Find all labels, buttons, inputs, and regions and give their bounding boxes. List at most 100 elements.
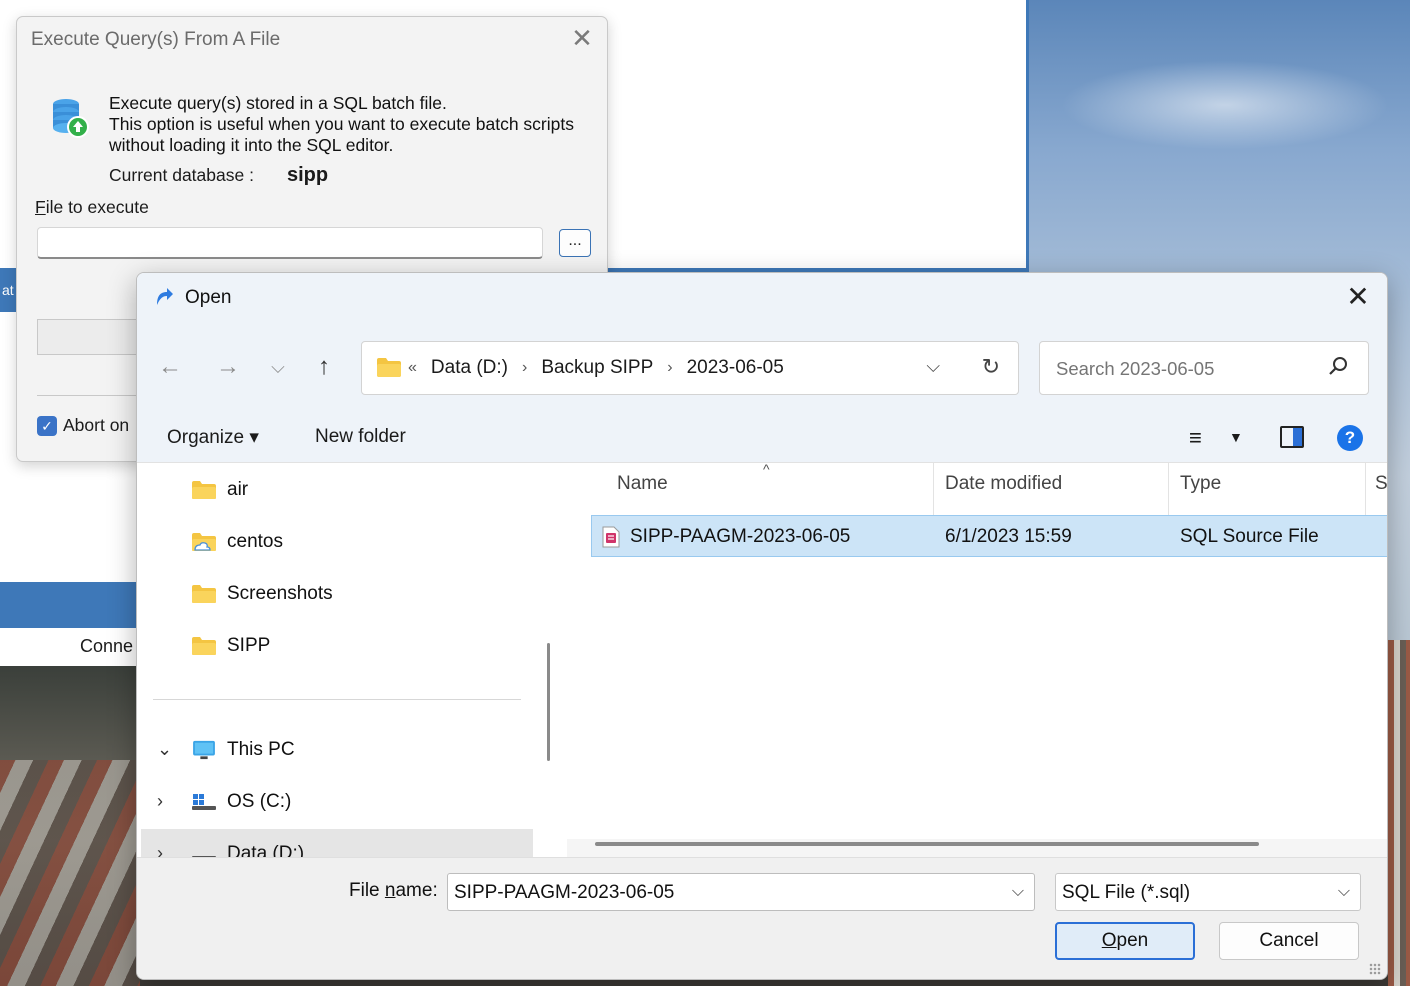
windows-drive-icon — [192, 794, 216, 810]
preview-pane-icon[interactable] — [1280, 426, 1304, 448]
search-box[interactable] — [1039, 341, 1369, 395]
chevron-right-icon[interactable]: › — [157, 843, 163, 857]
access-key: F — [35, 197, 46, 217]
address-bar[interactable]: « Data (D:) › Backup SIPP › 2023-06-05 ⌵… — [361, 341, 1019, 395]
table-row[interactable]: SIPP-PAAGM-2023-06-05 6/1/2023 15:59 SQL… — [591, 515, 1387, 557]
checkmark-icon[interactable]: ✓ — [37, 415, 57, 436]
cancel-button[interactable]: Cancel — [1219, 922, 1359, 960]
open-button[interactable]: Open — [1055, 922, 1195, 960]
navigation-scrollbar[interactable] — [547, 643, 550, 761]
browse-button[interactable]: ... — [559, 229, 591, 257]
title-bar: Open ✕ — [137, 273, 1387, 323]
up-arrow-icon[interactable]: ↑ — [309, 353, 339, 383]
nav-item-centos[interactable]: centos — [191, 531, 283, 553]
file-to-execute-input[interactable] — [37, 227, 543, 259]
chevron-down-icon[interactable]: ⌵ — [1012, 883, 1024, 901]
close-icon[interactable]: ✕ — [569, 25, 595, 51]
dialog-description: Execute query(s) stored in a SQL batch f… — [109, 93, 574, 156]
new-folder-button[interactable]: New folder — [315, 426, 406, 448]
recent-locations-chevron-icon[interactable]: ⌵ — [263, 353, 293, 383]
background-connection-label: Conne — [0, 628, 140, 666]
computer-icon — [193, 740, 215, 760]
close-icon[interactable]: ✕ — [1343, 283, 1373, 313]
folder-icon — [192, 585, 216, 603]
file-to-execute-label: File to execute — [35, 197, 149, 218]
nav-item-os-c[interactable]: OS (C:) — [191, 791, 291, 813]
breadcrumb-item[interactable]: Data (D:) — [431, 357, 508, 379]
chevron-right-icon[interactable]: › — [522, 359, 527, 377]
desktop-roofs-right — [1388, 640, 1410, 986]
refresh-icon[interactable]: ↻ — [982, 354, 1000, 380]
resize-grip-icon[interactable] — [1369, 963, 1381, 975]
label-text: File — [349, 880, 385, 901]
toolbar: Organize ▾ New folder ≡ ▼ ? — [137, 413, 1387, 463]
column-divider[interactable] — [1365, 463, 1366, 515]
back-arrow-icon[interactable]: ← — [155, 353, 185, 383]
desktop-cloud — [1060, 60, 1390, 150]
folder-icon — [192, 637, 216, 655]
description-line: Execute query(s) stored in a SQL batch f… — [109, 93, 447, 113]
file-name-input[interactable]: SIPP-PAAGM-2023-06-05 ⌵ — [447, 873, 1035, 911]
column-header-name[interactable]: Name — [617, 473, 668, 495]
chevron-down-icon[interactable]: ⌵ — [926, 356, 940, 377]
label-text: ame: — [395, 880, 438, 901]
chevron-down-icon[interactable]: ⌵ — [1338, 883, 1350, 901]
divider — [153, 699, 521, 700]
nav-item-label: air — [227, 479, 249, 500]
search-icon[interactable] — [1326, 354, 1350, 378]
view-options-icon[interactable]: ≡ — [1189, 425, 1202, 451]
dialog-title: Execute Query(s) From A File — [31, 29, 281, 50]
nav-item-label: Data (D:) — [227, 843, 305, 857]
column-header-date-modified[interactable]: Date modified — [945, 473, 1062, 495]
breadcrumb-item[interactable]: 2023-06-05 — [687, 357, 784, 379]
nav-item-label: Screenshots — [227, 583, 333, 604]
help-icon[interactable]: ? — [1337, 425, 1363, 451]
file-date-modified: 6/1/2023 15:59 — [945, 526, 1072, 547]
abort-label: Abort on — [63, 415, 130, 435]
nav-item-this-pc[interactable]: This PC — [191, 739, 295, 761]
breadcrumb-item[interactable]: Backup SIPP — [541, 357, 653, 379]
column-header-size[interactable]: Si — [1375, 473, 1387, 495]
nav-item-label: centos — [227, 531, 283, 552]
search-input[interactable] — [1054, 357, 1304, 381]
description-line: This option is useful when you want to e… — [109, 114, 574, 134]
column-divider[interactable] — [1168, 463, 1169, 515]
current-database-label: Current database : — [109, 165, 254, 185]
breadcrumb: « Data (D:) › Backup SIPP › 2023-06-05 — [408, 357, 784, 379]
forward-arrow-icon[interactable]: → — [213, 353, 243, 383]
nav-item-air[interactable]: air — [191, 479, 248, 501]
label-text: ile to execute — [45, 197, 149, 217]
navigation-pane: air centos Screenshots SIPP ⌄ This PC › … — [137, 463, 549, 857]
organize-button[interactable]: Organize ▾ — [167, 426, 259, 449]
drive-icon — [192, 856, 216, 857]
file-name: SIPP-PAAGM-2023-06-05 — [630, 526, 851, 547]
current-database-value: sipp — [287, 164, 329, 186]
folder-icon — [192, 481, 216, 499]
chevron-down-icon[interactable]: ⌄ — [157, 739, 172, 760]
column-divider[interactable] — [933, 463, 934, 515]
background-app-panel — [608, 0, 1028, 270]
file-type: SQL Source File — [1180, 526, 1319, 547]
column-header-type[interactable]: Type — [1180, 473, 1221, 495]
chevron-right-icon[interactable]: › — [667, 359, 672, 377]
sort-ascending-icon: ^ — [763, 463, 770, 477]
abort-on-error-checkbox[interactable]: ✓ Abort on — [37, 415, 129, 436]
nav-item-data-d[interactable]: Data (D:) — [191, 843, 304, 857]
button-label: pen — [1116, 930, 1149, 951]
dialog-title: Open — [185, 287, 232, 308]
sql-file-icon — [602, 526, 620, 548]
dialog-footer: File name: SIPP-PAAGM-2023-06-05 ⌵ SQL F… — [137, 857, 1387, 979]
file-type-select[interactable]: SQL File (*.sql) ⌵ — [1055, 873, 1361, 911]
database-run-icon — [53, 99, 89, 138]
nav-item-screenshots[interactable]: Screenshots — [191, 583, 333, 605]
access-key: O — [1101, 930, 1117, 951]
chevron-right-icon[interactable]: › — [157, 791, 163, 812]
background-blue-band — [0, 582, 140, 628]
nav-item-sipp[interactable]: SIPP — [191, 635, 270, 657]
chevron-down-icon[interactable]: ▼ — [1229, 429, 1243, 445]
desktop-roofs-left — [0, 760, 140, 986]
horizontal-scrollbar[interactable] — [595, 842, 1259, 846]
open-arrow-icon — [157, 288, 173, 305]
file-list: ^ Name Date modified Type Si SIPP-PAAGM-… — [567, 463, 1387, 857]
breadcrumb-overflow[interactable]: « — [408, 359, 417, 377]
